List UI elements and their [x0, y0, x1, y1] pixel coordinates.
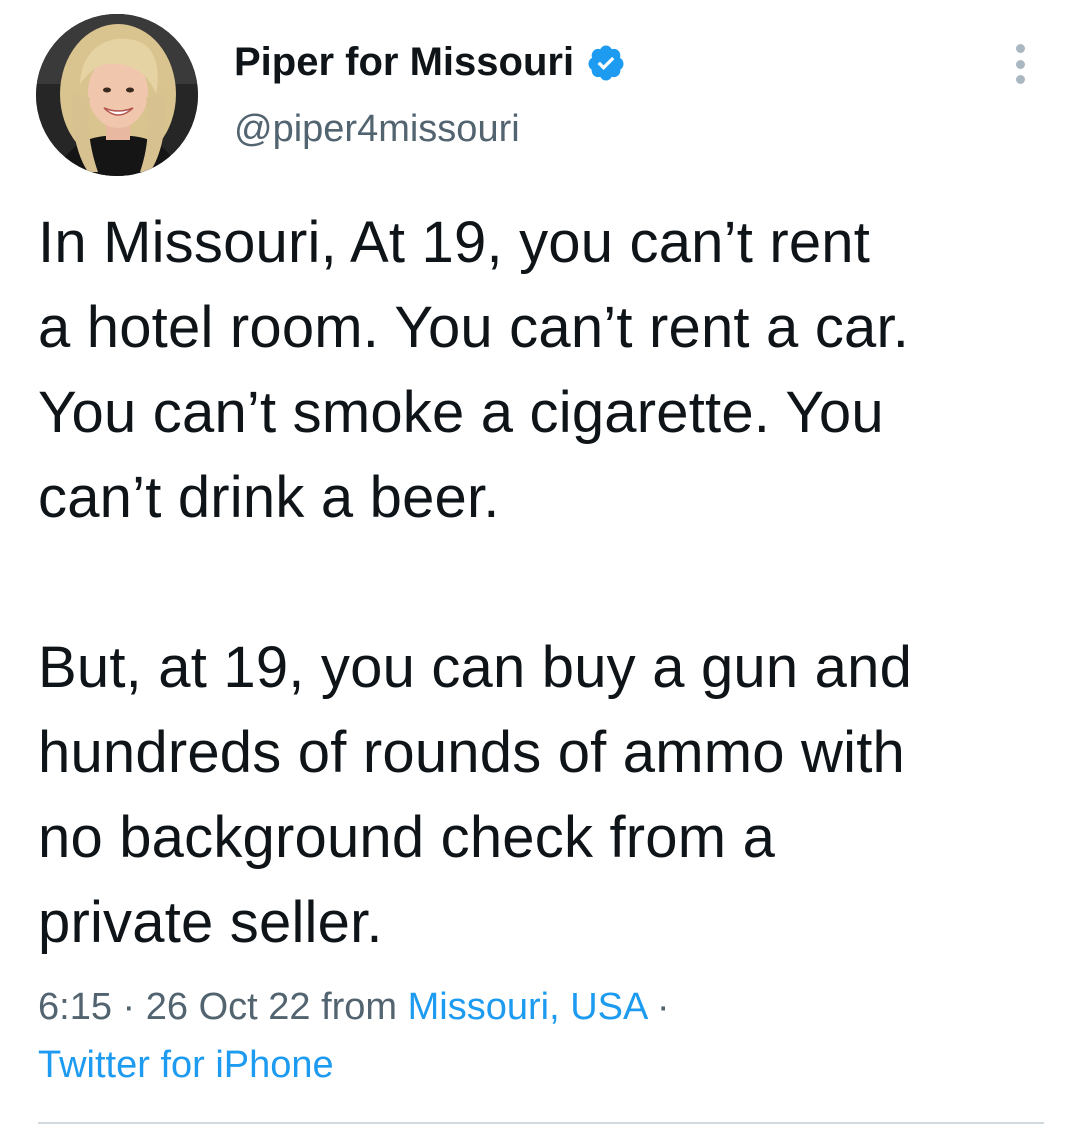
from-label: from [310, 986, 408, 1028]
tweet-date[interactable]: 26 Oct 22 [146, 986, 311, 1028]
author-display-name[interactable]: Piper for Missouri [234, 40, 626, 85]
tweet-text: In Missouri, At 19, you can’t rent a hot… [38, 210, 913, 955]
display-name-text[interactable]: Piper for Missouri [234, 40, 574, 85]
profile-photo [36, 14, 198, 176]
tweet-location-link[interactable]: Missouri, USA [408, 986, 647, 1028]
divider [38, 1122, 1044, 1124]
verified-badge-icon [586, 43, 626, 83]
author-handle[interactable]: @piper4missouri [234, 108, 520, 151]
avatar[interactable] [36, 14, 198, 176]
tweet-metadata: 6:15 · 26 Oct 22 from Missouri, USA · [38, 978, 669, 1036]
more-dot [1015, 44, 1025, 53]
meta-separator: · [111, 986, 146, 1028]
meta-separator-trailing: · [646, 986, 670, 1028]
more-dot [1015, 59, 1025, 69]
more-dot [1015, 75, 1025, 84]
more-options-icon[interactable] [1007, 44, 1033, 84]
tweet-source-link[interactable]: Twitter for iPhone [38, 1036, 334, 1094]
tweet-time[interactable]: 6:15 [38, 986, 112, 1028]
